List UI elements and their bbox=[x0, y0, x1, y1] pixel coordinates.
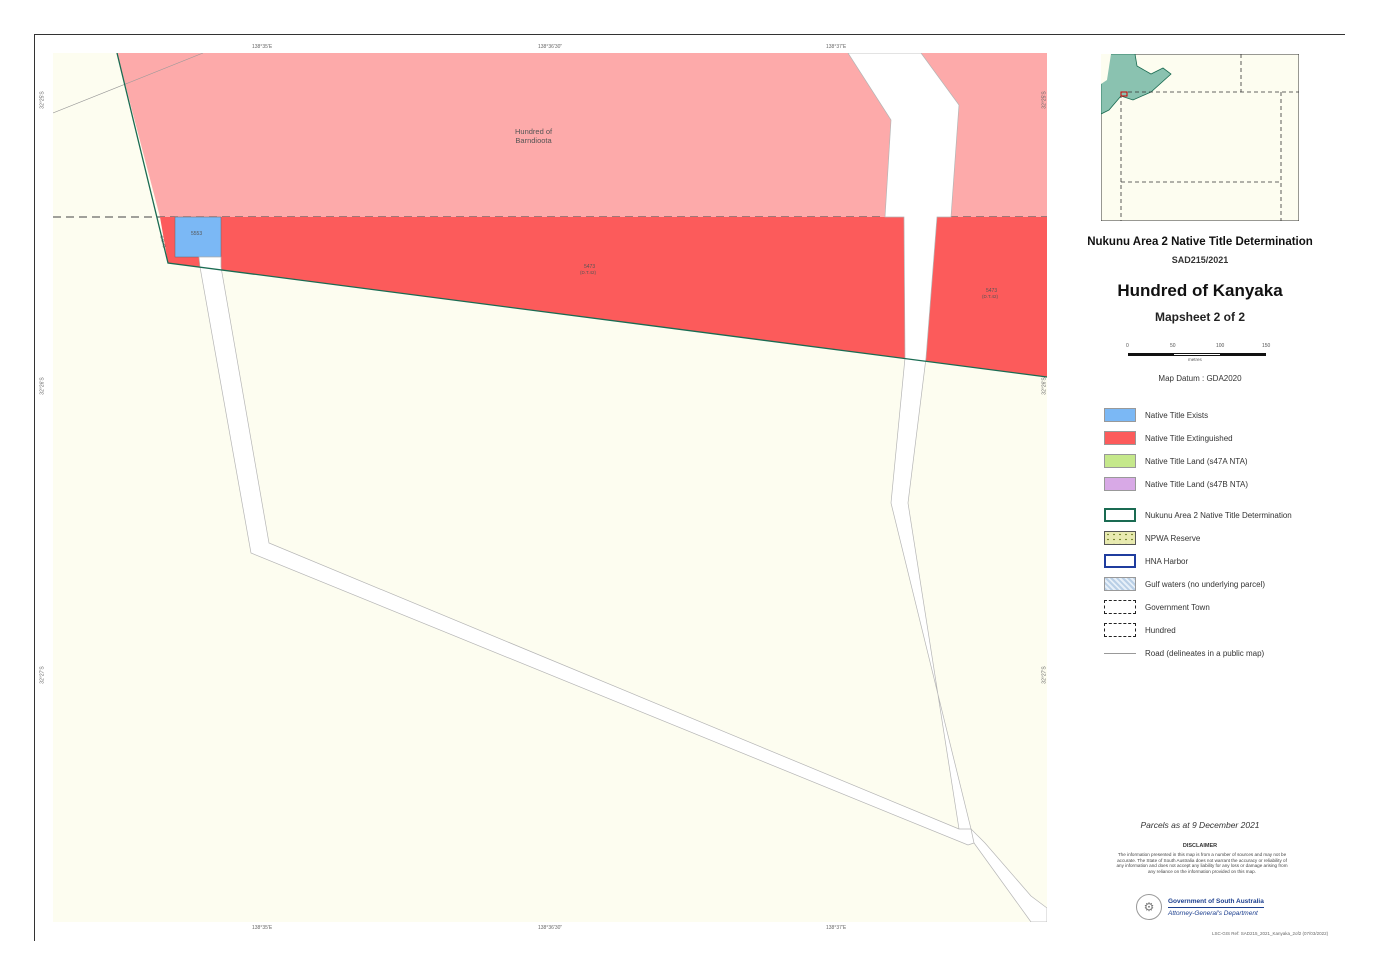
parcels-date: Parcels as at 9 December 2021 bbox=[1140, 820, 1260, 830]
scale-tick-0: 0 bbox=[1126, 343, 1129, 349]
map-datum: Map Datum : GDA2020 bbox=[1158, 374, 1242, 383]
scale-tick-150: 150 bbox=[1262, 343, 1271, 349]
locality-inset-map[interactable] bbox=[1100, 53, 1300, 222]
legend-swatch-hundred bbox=[1104, 623, 1136, 637]
bottom-tick-3: 138°37'E bbox=[826, 925, 847, 931]
hundred-of-barndioota-area bbox=[117, 53, 891, 217]
right-tick-2: 32°26'S bbox=[1041, 377, 1048, 395]
legend-label: HNA Harbor bbox=[1145, 556, 1189, 566]
footer-reference: LSC-GIS Ref: SAD215_2021_Kanyaka_2of2 (0… bbox=[1212, 931, 1329, 936]
region-label: Hundred of Barndioota bbox=[515, 127, 553, 145]
legend-swatch-exists bbox=[1104, 408, 1136, 422]
state-crest-icon: ⚙ bbox=[1136, 894, 1162, 920]
map-canvas bbox=[53, 53, 1047, 922]
legend-swatch-hna bbox=[1104, 554, 1136, 568]
parcel-label-right-sub: (D.T.42) bbox=[982, 294, 999, 299]
legend-hundred: Hundred bbox=[1104, 621, 1176, 639]
bottom-tick-2: 138°36'30" bbox=[538, 925, 563, 931]
top-tick-3: 138°37'E bbox=[826, 44, 847, 50]
legend-swatch-road bbox=[1104, 652, 1136, 654]
scale-tick-100: 100 bbox=[1216, 343, 1225, 349]
scale-tick-50: 50 bbox=[1170, 343, 1176, 349]
legend-swatch-s47b bbox=[1104, 477, 1136, 491]
legend-label: Hundred bbox=[1145, 625, 1176, 635]
case-number: SAD215/2021 bbox=[1171, 255, 1229, 265]
legend-gulf-waters: Gulf waters (no underlying parcel) bbox=[1104, 575, 1265, 593]
left-tick-2: 32°26'S bbox=[39, 377, 46, 395]
hundred-title: Hundred of Kanyaka bbox=[1117, 281, 1283, 300]
legend-label: NPWA Reserve bbox=[1145, 533, 1201, 543]
legend-swatch-extinguished bbox=[1104, 431, 1136, 445]
scale-unit: metres bbox=[1188, 357, 1202, 362]
inset-canvas bbox=[1100, 53, 1300, 222]
legend-native-title-exists: Native Title Exists bbox=[1104, 406, 1208, 424]
mapsheet-label: Mapsheet 2 of 2 bbox=[1154, 310, 1246, 324]
right-tick-3: 32°27'S bbox=[1041, 666, 1048, 684]
legend-label: Government Town bbox=[1145, 602, 1210, 612]
legend-swatch-gulf bbox=[1104, 577, 1136, 591]
government-logo: ⚙ Government of South Australia Attorney… bbox=[1136, 894, 1264, 920]
department-name: Attorney-General's Department bbox=[1168, 906, 1264, 917]
disclaimer-title: DISCLAIMER bbox=[1182, 843, 1218, 849]
main-map[interactable]: Hundred of Barndioota 5553 5473 (D.T.42)… bbox=[53, 53, 1047, 922]
legend-label: Native Title Extinguished bbox=[1145, 433, 1233, 443]
legend-swatch-town bbox=[1104, 600, 1136, 614]
legend-label: Native Title Exists bbox=[1145, 410, 1209, 420]
legend-s47b: Native Title Land (s47B NTA) bbox=[1104, 475, 1248, 493]
legend-label: Native Title Land (s47A NTA) bbox=[1145, 456, 1248, 466]
parcel-label-exists: 5553 bbox=[191, 231, 203, 237]
legend-label: Native Title Land (s47B NTA) bbox=[1145, 479, 1249, 489]
legend-hna-harbor: HNA Harbor bbox=[1104, 552, 1188, 570]
legend-swatch-determination bbox=[1104, 508, 1136, 522]
legend-determination-boundary: Nukunu Area 2 Native Title Determination bbox=[1104, 506, 1292, 524]
determination-title: Nukunu Area 2 Native Title Determination bbox=[1087, 236, 1313, 248]
legend-npwa-reserve: NPWA Reserve bbox=[1104, 529, 1200, 547]
legend-label: Nukunu Area 2 Native Title Determination bbox=[1145, 510, 1292, 520]
legend-native-title-extinguished: Native Title Extinguished bbox=[1104, 429, 1233, 447]
parcel-label-big-sub: (D.T.42) bbox=[580, 270, 597, 275]
scale-bar: 0 50 100 150 metres bbox=[1126, 343, 1271, 363]
legend-label: Road (delineates in a public map) bbox=[1145, 648, 1265, 658]
legend-road: Road (delineates in a public map) bbox=[1104, 644, 1264, 662]
left-tick-1: 32°25'S bbox=[39, 91, 46, 109]
legend-swatch-npwa bbox=[1104, 531, 1136, 545]
right-tick-1: 32°25'S bbox=[1041, 91, 1048, 109]
top-tick-2: 138°36'30" bbox=[538, 44, 563, 50]
native-title-exists-parcel bbox=[174, 216, 222, 258]
legend-s47a: Native Title Land (s47A NTA) bbox=[1104, 452, 1248, 470]
disclaimer-text: The information presented in this map is… bbox=[1116, 852, 1288, 874]
legend-label: Gulf waters (no underlying parcel) bbox=[1145, 579, 1266, 589]
left-tick-3: 32°27'S bbox=[39, 666, 46, 684]
bottom-tick-1: 138°35'E bbox=[252, 925, 273, 931]
legend-government-town: Government Town bbox=[1104, 598, 1210, 616]
government-name: Government of South Australia bbox=[1168, 897, 1264, 905]
top-tick-1: 138°35'E bbox=[252, 44, 273, 50]
legend-swatch-s47a bbox=[1104, 454, 1136, 468]
